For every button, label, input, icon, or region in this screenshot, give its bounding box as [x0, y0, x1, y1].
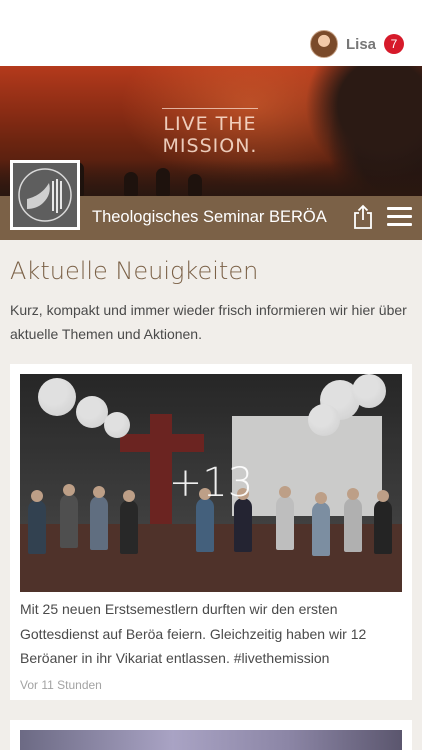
share-icon[interactable]	[350, 204, 376, 230]
dove-logo-graphic	[18, 168, 72, 222]
avatar[interactable]	[309, 30, 338, 58]
user-profile[interactable]: Lisa 7	[309, 30, 404, 58]
news-card[interactable]	[10, 720, 412, 750]
post-photo-gallery[interactable]: +13	[20, 374, 402, 592]
hero-tagline: LIVE THE MISSION.	[162, 108, 258, 157]
notification-badge[interactable]: 7	[384, 34, 404, 54]
post-timestamp: Vor 11 Stunden	[20, 678, 102, 692]
post-text: Mit 25 neuen Erstsemestlern durften wir …	[20, 601, 367, 666]
tagline-line-1: LIVE THE	[163, 113, 257, 135]
crowd-figure	[124, 172, 138, 196]
tagline-line-2: MISSION.	[162, 135, 258, 157]
user-name[interactable]: Lisa	[346, 36, 376, 53]
dove-logo-icon[interactable]	[10, 160, 80, 230]
crowd-figure	[156, 168, 170, 196]
post-photo-gallery[interactable]	[20, 730, 402, 750]
top-bar: Lisa 7	[0, 0, 422, 66]
crowd-figure	[188, 174, 202, 196]
section-intro: Kurz, kompakt und immer wieder frisch in…	[10, 302, 407, 342]
more-photos-count[interactable]: +13	[20, 374, 402, 592]
section-heading: Aktuelle Neuigkeiten	[10, 257, 259, 285]
brand-title: Theologisches Seminar BERÖA	[92, 208, 327, 226]
news-card[interactable]: +13 Mit 25 neuen Erstsemestlern durften …	[10, 364, 412, 700]
hamburger-menu-icon[interactable]	[387, 207, 412, 227]
